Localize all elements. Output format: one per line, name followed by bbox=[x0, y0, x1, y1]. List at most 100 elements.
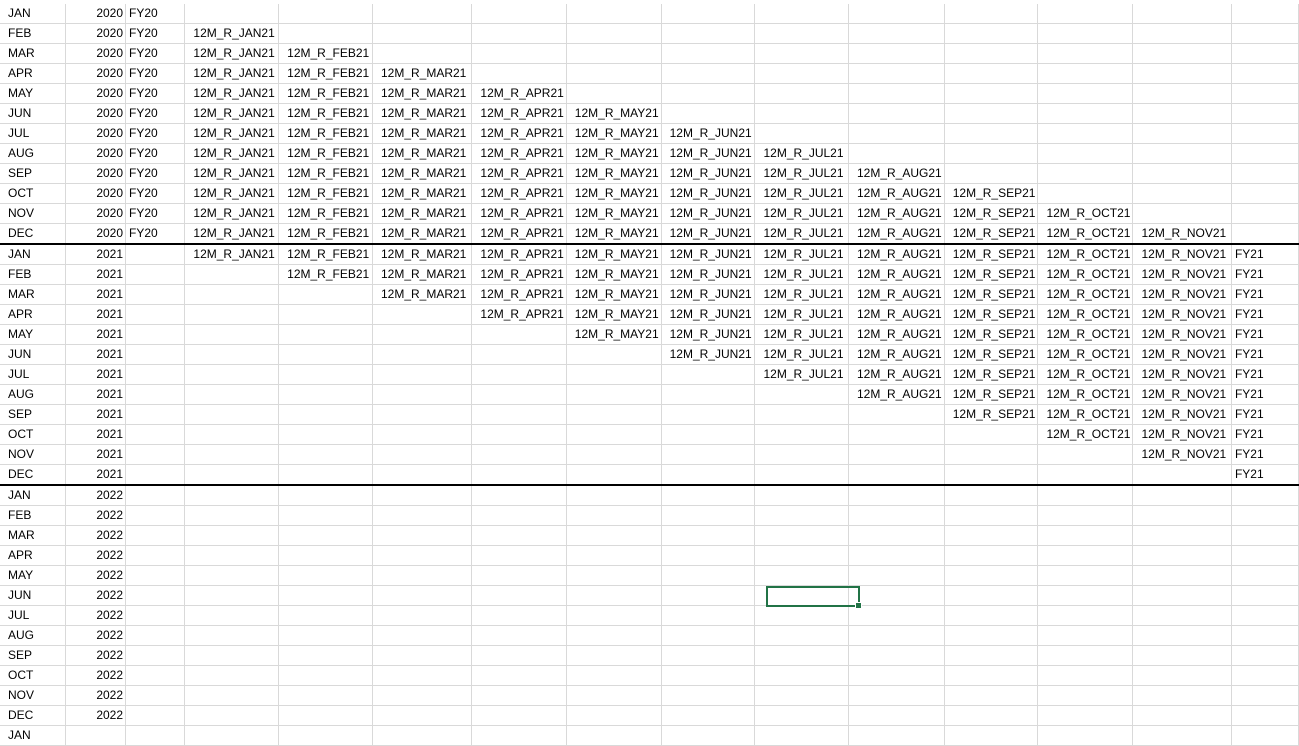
cell[interactable] bbox=[566, 83, 662, 104]
cell[interactable]: FY20 bbox=[125, 183, 186, 204]
cell[interactable]: DEC bbox=[0, 223, 67, 245]
cell[interactable] bbox=[848, 404, 945, 425]
cell[interactable] bbox=[944, 43, 1039, 64]
cell[interactable]: 12M_R_OCT21 bbox=[1037, 404, 1134, 425]
cell[interactable]: FY21 bbox=[1231, 264, 1299, 285]
cell[interactable]: 2021 bbox=[65, 444, 127, 465]
cell[interactable] bbox=[372, 685, 473, 706]
cell[interactable] bbox=[471, 645, 567, 666]
cell[interactable] bbox=[566, 485, 662, 506]
cell[interactable] bbox=[1231, 725, 1299, 746]
cell[interactable] bbox=[566, 585, 662, 606]
cell[interactable] bbox=[372, 665, 473, 686]
cell[interactable]: FY20 bbox=[125, 123, 186, 144]
cell[interactable]: 12M_R_JUN21 bbox=[661, 223, 756, 245]
cell[interactable] bbox=[566, 444, 662, 465]
cell[interactable] bbox=[125, 665, 186, 686]
cell[interactable]: 2022 bbox=[65, 685, 127, 706]
cell[interactable] bbox=[184, 585, 280, 606]
cell[interactable]: 2022 bbox=[65, 485, 127, 506]
cell[interactable] bbox=[566, 625, 662, 646]
cell[interactable]: JAN bbox=[0, 485, 67, 506]
cell[interactable]: 12M_R_JUL21 bbox=[754, 304, 849, 325]
cell[interactable] bbox=[184, 344, 280, 365]
cell[interactable] bbox=[278, 565, 373, 586]
cell[interactable] bbox=[848, 525, 945, 546]
active-cell-selection[interactable] bbox=[766, 586, 862, 609]
cell[interactable] bbox=[278, 384, 373, 405]
cell[interactable] bbox=[1037, 505, 1134, 526]
cell[interactable]: 12M_R_JUN21 bbox=[661, 123, 756, 144]
cell[interactable]: 2021 bbox=[65, 464, 127, 486]
cell[interactable]: 2021 bbox=[65, 424, 127, 445]
cell[interactable]: 12M_R_FEB21 bbox=[278, 143, 373, 164]
cell[interactable] bbox=[848, 645, 945, 666]
cell[interactable] bbox=[944, 645, 1039, 666]
cell[interactable]: 12M_R_AUG21 bbox=[848, 264, 945, 285]
cell[interactable] bbox=[471, 545, 567, 566]
cell[interactable] bbox=[184, 565, 280, 586]
cell[interactable] bbox=[278, 645, 373, 666]
cell[interactable]: 12M_R_JAN21 bbox=[184, 143, 280, 164]
cell[interactable] bbox=[1037, 605, 1134, 626]
cell[interactable] bbox=[944, 685, 1039, 706]
cell[interactable] bbox=[471, 63, 567, 84]
cell[interactable] bbox=[372, 364, 473, 385]
cell[interactable]: MAY bbox=[0, 565, 67, 586]
cell[interactable] bbox=[1132, 83, 1232, 104]
cell[interactable]: 12M_R_JUL21 bbox=[754, 364, 849, 385]
cell[interactable] bbox=[278, 545, 373, 566]
cell[interactable]: 12M_R_AUG21 bbox=[848, 384, 945, 405]
cell[interactable]: 12M_R_MAR21 bbox=[372, 264, 473, 285]
cell[interactable]: FY20 bbox=[125, 203, 186, 224]
cell[interactable] bbox=[661, 83, 756, 104]
cell[interactable]: FEB bbox=[0, 264, 67, 285]
cell[interactable] bbox=[471, 585, 567, 606]
cell[interactable]: 2021 bbox=[65, 284, 127, 305]
cell[interactable]: 12M_R_JAN21 bbox=[184, 123, 280, 144]
cell[interactable] bbox=[566, 344, 662, 365]
cell[interactable]: 12M_R_MAR21 bbox=[372, 284, 473, 305]
cell[interactable]: 12M_R_JUN21 bbox=[661, 143, 756, 164]
cell[interactable]: AUG bbox=[0, 384, 67, 405]
cell[interactable]: 12M_R_SEP21 bbox=[944, 344, 1039, 365]
cell[interactable]: SEP bbox=[0, 645, 67, 666]
cell[interactable] bbox=[1231, 143, 1299, 164]
cell[interactable]: MAY bbox=[0, 324, 67, 345]
cell[interactable]: FY21 bbox=[1231, 304, 1299, 325]
cell[interactable] bbox=[1231, 203, 1299, 224]
cell[interactable] bbox=[372, 505, 473, 526]
cell[interactable]: 2020 bbox=[65, 143, 127, 164]
cell[interactable] bbox=[278, 685, 373, 706]
cell[interactable] bbox=[754, 665, 849, 686]
cell[interactable] bbox=[661, 665, 756, 686]
cell[interactable] bbox=[125, 725, 186, 746]
cell[interactable] bbox=[566, 665, 662, 686]
cell[interactable] bbox=[848, 123, 945, 144]
cell[interactable] bbox=[471, 464, 567, 486]
cell[interactable] bbox=[125, 324, 186, 345]
cell[interactable]: SEP bbox=[0, 163, 67, 184]
cell[interactable]: 12M_R_AUG21 bbox=[848, 203, 945, 224]
cell[interactable] bbox=[661, 4, 756, 24]
cell[interactable] bbox=[944, 565, 1039, 586]
cell[interactable]: 2022 bbox=[65, 645, 127, 666]
cell[interactable] bbox=[184, 605, 280, 626]
cell[interactable]: JAN bbox=[0, 4, 67, 24]
cell[interactable]: 12M_R_JUN21 bbox=[661, 284, 756, 305]
cell[interactable] bbox=[661, 645, 756, 666]
cell[interactable]: 12M_R_OCT21 bbox=[1037, 244, 1134, 265]
cell[interactable] bbox=[566, 23, 662, 44]
cell[interactable] bbox=[372, 424, 473, 445]
cell[interactable]: 2021 bbox=[65, 404, 127, 425]
cell[interactable] bbox=[1231, 63, 1299, 84]
cell[interactable]: 2022 bbox=[65, 525, 127, 546]
cell[interactable] bbox=[372, 525, 473, 546]
cell[interactable] bbox=[661, 585, 756, 606]
cell[interactable] bbox=[471, 424, 567, 445]
cell[interactable]: 12M_R_JUL21 bbox=[754, 344, 849, 365]
cell[interactable] bbox=[278, 284, 373, 305]
cell[interactable]: 12M_R_AUG21 bbox=[848, 304, 945, 325]
cell[interactable] bbox=[566, 525, 662, 546]
cell[interactable] bbox=[125, 404, 186, 425]
